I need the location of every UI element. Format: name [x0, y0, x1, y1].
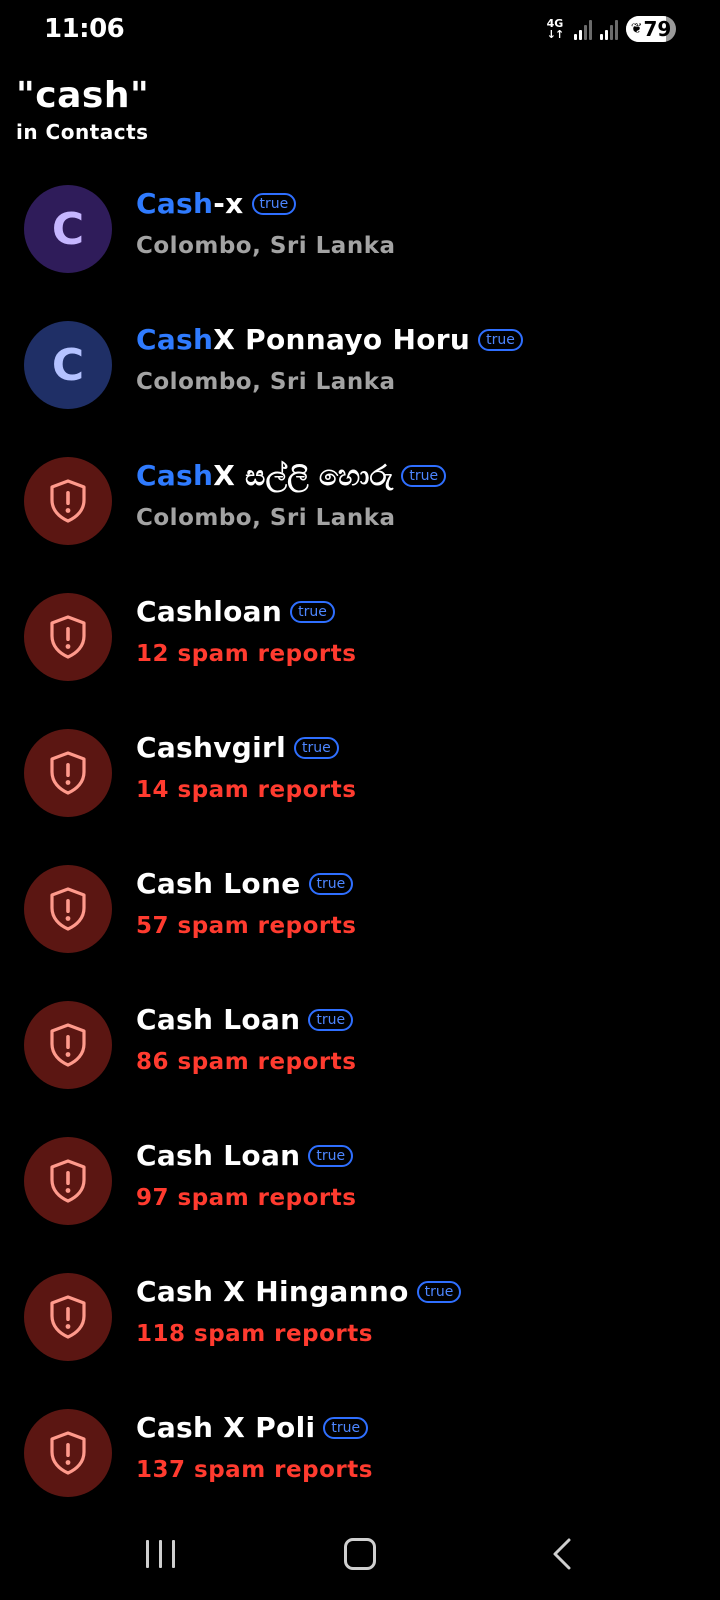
name-text: Cash Loan — [136, 1003, 301, 1036]
spam-avatar — [24, 593, 112, 681]
status-bar: 11:06 4G ↓↑ ❦ 79 — [0, 0, 720, 62]
search-header: "cash" in Contacts — [16, 72, 149, 144]
status-badge: true — [416, 1281, 462, 1303]
search-scope-label: in Contacts — [16, 120, 149, 144]
result-row[interactable]: C Cash X Ponnayo Horu true Colombo, Sri Lank… — [0, 316, 720, 452]
status-badge: true — [308, 1009, 354, 1031]
search-query-title: "cash" — [16, 75, 150, 116]
status-badge: true — [401, 465, 447, 487]
status-badge: true — [323, 1417, 369, 1439]
spam-report-count: 12 spam reports — [136, 641, 357, 667]
spam-report-count: 97 spam reports — [136, 1185, 357, 1211]
shield-alert-icon — [47, 1022, 89, 1068]
result-row[interactable]: Cash X Hinganno true 118 spam reports — [0, 1268, 720, 1404]
status-badge: true — [308, 873, 354, 895]
status-time: 11:06 — [44, 14, 125, 44]
shield-alert-icon — [47, 750, 89, 796]
back-icon — [553, 1538, 571, 1570]
status-badge: true — [251, 193, 297, 215]
contact-name: Cash X සල්ලි හොරු true — [136, 456, 704, 496]
screen: 11:06 4G ↓↑ ❦ 79 "cash" in Contacts C Ca… — [0, 0, 720, 1600]
spam-avatar — [24, 865, 112, 953]
contact-location: Colombo, Sri Lanka — [136, 369, 396, 395]
recents-button[interactable] — [130, 1534, 190, 1574]
contact-name: Cashloan true — [136, 592, 704, 632]
spam-avatar — [24, 1137, 112, 1225]
avatar-letter: C — [51, 339, 85, 391]
result-row[interactable]: Cash Lone true 57 spam reports — [0, 860, 720, 996]
signal-strength-icon — [574, 18, 592, 40]
spam-report-count: 86 spam reports — [136, 1049, 357, 1075]
spam-avatar — [24, 457, 112, 545]
home-icon — [344, 1538, 376, 1570]
data-arrows-icon: ↓↑ — [546, 28, 564, 41]
status-badge: true — [308, 1145, 354, 1167]
name-text: X Ponnayo Horu — [213, 323, 471, 356]
spam-avatar — [24, 1001, 112, 1089]
name-match-highlight: Cash — [136, 323, 214, 356]
shield-alert-icon — [47, 1294, 89, 1340]
status-badge: true — [294, 737, 339, 759]
contact-name: Cash Loan true — [136, 1000, 704, 1040]
shield-alert-icon — [47, 1158, 89, 1204]
result-row[interactable]: Cashvgirl true 14 spam reports — [0, 724, 720, 860]
spam-avatar — [24, 1273, 112, 1361]
spam-report-count: 57 spam reports — [136, 913, 357, 939]
back-button[interactable] — [532, 1534, 592, 1574]
navigation-bar — [0, 1510, 720, 1600]
spam-report-count: 14 spam reports — [136, 777, 357, 803]
signal-strength-icon-2 — [600, 18, 618, 40]
name-match-highlight: Cash — [136, 459, 214, 492]
contact-name: Cash Loan true — [136, 1136, 704, 1176]
shield-alert-icon — [47, 886, 89, 932]
spam-report-count: 137 spam reports — [136, 1457, 373, 1483]
status-badge: true — [478, 329, 523, 351]
name-text: Cashvgirl — [136, 731, 287, 764]
home-button[interactable] — [330, 1534, 390, 1574]
avatar-letter: C — [51, 203, 85, 255]
battery-icon: ❦ 79 — [626, 16, 676, 42]
shield-alert-icon — [47, 478, 89, 524]
result-row[interactable]: Cash Loan true 97 spam reports — [0, 1132, 720, 1268]
name-text: Cash Lone — [136, 867, 301, 900]
contact-location: Colombo, Sri Lanka — [136, 505, 396, 531]
result-row[interactable]: Cash Loan true 86 spam reports — [0, 996, 720, 1132]
spam-report-count: 118 spam reports — [136, 1321, 373, 1347]
contact-name: Cash X Hinganno true — [136, 1272, 704, 1312]
status-badge: true — [290, 601, 335, 623]
result-row[interactable]: C Cash -x true Colombo, Sri Lanka — [0, 180, 720, 316]
results-list: C Cash -x true Colombo, Sri Lanka C Cash X Ponn… — [0, 180, 720, 1540]
recents-icon — [145, 1540, 175, 1568]
contact-name: Cash Lone true — [136, 864, 704, 904]
contact-name: Cash X Poli true — [136, 1408, 704, 1448]
contact-name: Cashvgirl true — [136, 728, 704, 768]
contact-name: Cash -x true — [136, 184, 704, 224]
name-text: Cash X Poli — [136, 1411, 316, 1444]
name-text: Cash Loan — [136, 1139, 301, 1172]
name-text: Cashloan — [136, 595, 283, 628]
network-type-indicator: 4G ↓↑ — [544, 18, 566, 40]
result-row[interactable]: Cash X සල්ලි හොරු true Colombo, Sri Lanka — [0, 452, 720, 588]
contact-avatar: C — [24, 321, 112, 409]
contact-name: Cash X Ponnayo Horu true — [136, 320, 704, 360]
name-text: -x — [213, 187, 244, 220]
result-row[interactable]: Cashloan true 12 spam reports — [0, 588, 720, 724]
status-icons: 4G ↓↑ ❦ 79 — [544, 16, 676, 42]
contact-location: Colombo, Sri Lanka — [136, 233, 396, 259]
shield-alert-icon — [47, 614, 89, 660]
name-match-highlight: Cash — [136, 187, 214, 220]
name-text: Cash X Hinganno — [136, 1275, 409, 1308]
leaf-icon: ❦ — [630, 21, 643, 37]
name-text: X සල්ලි හොරු — [213, 459, 394, 492]
battery-percent: 79 — [643, 17, 672, 41]
shield-alert-icon — [47, 1430, 89, 1476]
spam-avatar — [24, 729, 112, 817]
contact-avatar: C — [24, 185, 112, 273]
spam-avatar — [24, 1409, 112, 1497]
